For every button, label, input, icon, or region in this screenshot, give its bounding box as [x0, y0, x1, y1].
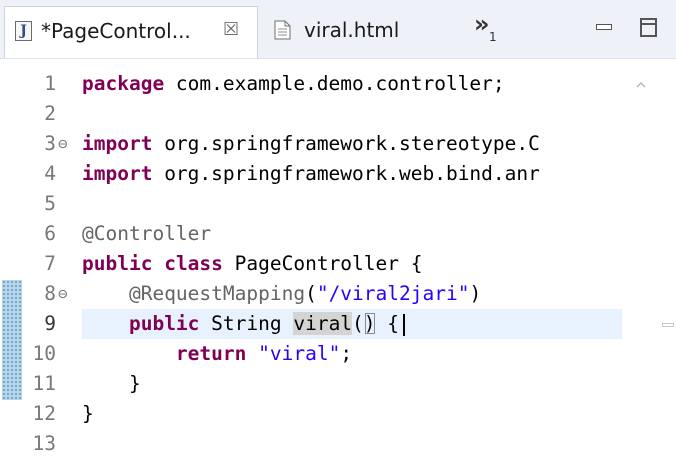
code-token: org.springframework.stereotype.C	[152, 132, 540, 155]
editor-tab-bar: J *PageControl... ☒ viral.html » 1	[0, 0, 676, 59]
code-token: (	[305, 282, 317, 305]
code-token: import	[82, 162, 153, 185]
code-token: ;	[340, 342, 353, 365]
tab-label: *PageControl...	[41, 19, 191, 43]
line-number: 10	[32, 342, 56, 365]
code-line: 6 @Controller	[0, 219, 660, 249]
code-token: "viral"	[258, 342, 341, 365]
code-line: 5	[0, 189, 660, 219]
scroll-up-arrow-icon[interactable]	[636, 80, 646, 90]
code-token: )	[363, 312, 376, 335]
code-text: import org.springframework.stereotype.C	[82, 129, 540, 159]
code-text: @Controller	[82, 219, 211, 249]
code-token: viral	[293, 312, 353, 335]
code-text: import org.springframework.web.bind.anr	[82, 159, 540, 189]
code-text: @RequestMapping("/viral2jari")	[82, 279, 481, 309]
line-number: 1	[44, 72, 56, 95]
code-line: 3 ⊖ import org.springframework.stereotype.…	[0, 129, 660, 159]
fold-toggle-icon[interactable]: ⊖	[58, 279, 68, 309]
code-line: 13	[0, 429, 660, 459]
code-token: )	[469, 282, 482, 305]
code-token: "/viral2jari"	[316, 282, 470, 305]
text-caret	[403, 314, 405, 336]
tab-viral-html[interactable]: viral.html	[262, 6, 472, 58]
code-line: 8 ⊖ @RequestMapping("/viral2jari")	[0, 279, 660, 309]
tab-page-controller[interactable]: J *PageControl... ☒	[4, 6, 258, 58]
code-token: org.springframework.web.bind.anr	[152, 162, 540, 185]
code-token: com.example.demo.controller;	[164, 72, 505, 95]
code-token: PageController {	[222, 252, 423, 275]
line-number: 9	[44, 312, 56, 335]
code-line: 10 return "viral";	[0, 339, 660, 369]
code-line: 1 package com.example.demo.controller;	[0, 69, 660, 99]
line-number: 2	[44, 102, 56, 125]
html-file-icon	[274, 20, 291, 40]
code-line: 2	[0, 99, 660, 129]
code-line: 12}	[0, 399, 660, 429]
code-line: 9 public String viral() {	[0, 309, 660, 339]
code-line: 4 import org.springframework.web.bind.anr	[0, 159, 660, 189]
code-token: import	[82, 132, 153, 155]
java-code-editor[interactable]: 1 package com.example.demo.controller; 2 3 ⊖…	[0, 59, 676, 467]
code-text: }	[82, 399, 94, 429]
hidden-tabs-count: 1	[489, 30, 497, 44]
code-text: public String viral() {	[82, 309, 399, 339]
line-number: 13	[32, 432, 56, 455]
fold-toggle-icon[interactable]: ⊖	[58, 129, 68, 159]
line-number: 12	[32, 402, 56, 425]
line-number: 4	[44, 162, 56, 185]
code-token: }	[82, 402, 94, 425]
code-text: public class PageController {	[82, 249, 423, 279]
code-token: public	[128, 312, 200, 335]
code-text: }	[82, 369, 141, 399]
more-tabs-chevron-icon[interactable]: »	[474, 12, 490, 36]
code-token: {	[375, 312, 400, 335]
code-token: class	[164, 252, 223, 275]
line-number: 5	[44, 192, 56, 215]
tab-label: viral.html	[304, 18, 400, 42]
code-text: return "viral";	[82, 339, 352, 369]
code-token: String	[199, 312, 294, 335]
code-line: 11 }	[0, 369, 660, 399]
code-text: package com.example.demo.controller;	[82, 69, 505, 99]
java-file-icon: J	[15, 21, 32, 41]
close-tab-icon[interactable]: ☒	[223, 19, 239, 40]
line-number: 3	[44, 132, 56, 155]
maximize-icon[interactable]	[640, 18, 657, 37]
code-token: }	[82, 372, 141, 395]
code-token: @Controller	[82, 222, 212, 245]
line-number: 11	[32, 372, 56, 395]
overview-ruler-marker	[662, 323, 674, 327]
code-token: (	[352, 312, 364, 335]
code-token: return	[175, 342, 247, 365]
minimize-icon[interactable]	[596, 24, 612, 30]
code-token: @RequestMapping	[128, 282, 306, 305]
line-number: 7	[44, 252, 56, 275]
code-line: 7 public class PageController {	[0, 249, 660, 279]
line-number: 8	[44, 282, 56, 305]
line-number: 6	[44, 222, 56, 245]
code-token: public	[82, 252, 153, 275]
code-token: package	[82, 72, 165, 95]
